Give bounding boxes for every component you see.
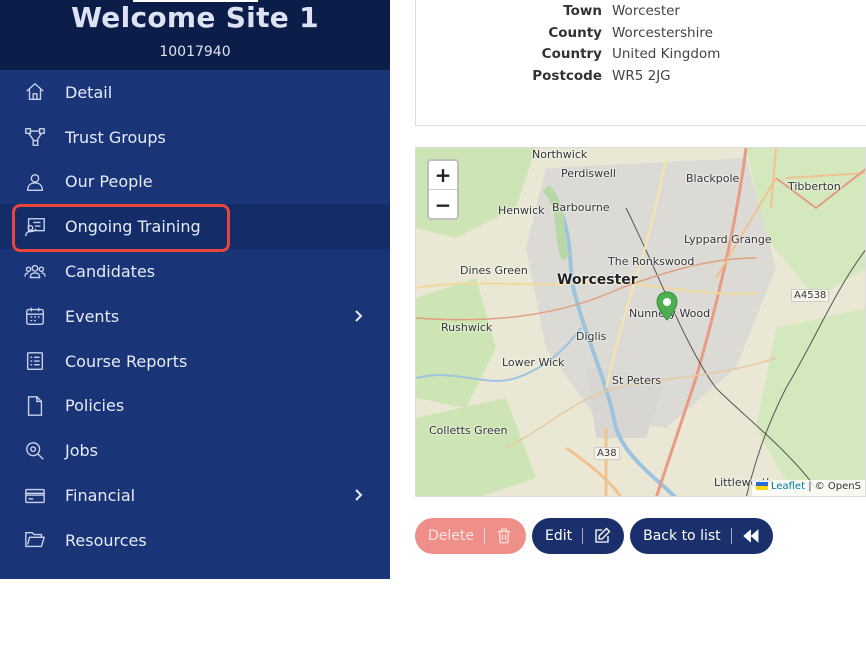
address-card: Town Worcester County Worcestershire Cou…	[415, 0, 866, 126]
delete-button[interactable]: Delete	[415, 518, 526, 554]
attribution-text: | © OpenS	[808, 481, 861, 492]
sidebar-item-label: Financial	[65, 486, 136, 506]
map-label: Lyppard Grange	[684, 233, 772, 246]
site-title: Welcome Site 1	[71, 1, 319, 34]
map-label: Dines Green	[460, 264, 528, 277]
road-label: A38	[594, 447, 620, 460]
map-label: Tibberton	[788, 180, 841, 193]
sidebar-item-label: Jobs	[65, 441, 98, 461]
site-id: 10017940	[159, 44, 231, 60]
magnifier-icon	[24, 440, 46, 462]
sidebar-item-jobs[interactable]: Jobs	[0, 428, 390, 473]
map-label-city: Worcester	[557, 272, 638, 288]
back-button-label: Back to list	[643, 528, 721, 544]
highlight-box	[12, 204, 230, 252]
sidebar-item-label: Resources	[65, 530, 147, 550]
sidebar-item-our-people[interactable]: Our People	[0, 160, 390, 205]
button-separator	[484, 528, 485, 544]
map-label: Henwick	[498, 204, 545, 217]
map-label: Blackpole	[686, 172, 740, 185]
map-label: Lower Wick	[502, 356, 565, 369]
address-value: Worcester	[612, 3, 680, 19]
location-pin-icon[interactable]	[656, 291, 678, 321]
road-label: A4538	[791, 289, 830, 302]
address-row: County Worcestershire	[416, 25, 866, 45]
hierarchy-icon	[24, 126, 46, 148]
home-icon	[24, 81, 46, 103]
sidebar-item-detail[interactable]: Detail	[0, 70, 390, 115]
rewind-icon	[742, 529, 759, 543]
map-label: St Peters	[612, 374, 662, 387]
action-bar: Delete Edit Back to list	[415, 518, 773, 554]
address-row: Town Worcester	[416, 3, 866, 23]
sidebar-item-label: Trust Groups	[65, 127, 166, 147]
sidebar-nav: Detail Trust Groups Our People Ongoing T…	[0, 70, 390, 563]
card-icon	[24, 485, 46, 507]
map-label: Northwick	[532, 148, 588, 161]
sidebar-item-label: Policies	[65, 396, 125, 416]
map-label: The Ronkswood	[608, 255, 695, 268]
site-header: Welcome Site 1 10017940	[0, 0, 390, 70]
address-key: Town	[563, 3, 602, 19]
map-label: Colletts Green	[429, 424, 508, 437]
folder-icon	[24, 529, 46, 551]
button-separator	[730, 528, 732, 544]
report-icon	[24, 350, 46, 372]
address-row: Country United Kingdom	[416, 46, 866, 66]
edit-button-label: Edit	[545, 528, 573, 544]
address-value: WR5 2JG	[612, 68, 671, 84]
sidebar-item-label: Our People	[65, 172, 153, 192]
leaflet-link[interactable]: Leaflet	[771, 481, 805, 492]
zoom-out-button[interactable]: −	[429, 190, 457, 219]
map-label: Rushwick	[441, 321, 493, 334]
sidebar-item-financial[interactable]: Financial	[0, 473, 390, 518]
map-label: Barbourne	[552, 201, 610, 214]
sidebar-item-candidates[interactable]: Candidates	[0, 249, 390, 294]
address-value: United Kingdom	[612, 46, 721, 62]
address-key: County	[548, 25, 602, 41]
person-icon	[24, 171, 46, 193]
zoom-control: + −	[427, 159, 459, 220]
document-icon	[24, 395, 46, 417]
sidebar-item-label: Events	[65, 306, 120, 326]
location-map[interactable]: Northwick Perdiswell Blackpole Tibberton…	[415, 147, 866, 497]
back-to-list-button[interactable]: Back to list	[630, 518, 773, 554]
edit-icon	[595, 527, 611, 543]
address-row: Postcode WR5 2JG	[416, 68, 866, 88]
sidebar-item-label: Detail	[65, 82, 113, 102]
sidebar-item-resources[interactable]: Resources	[0, 518, 390, 563]
people-group-icon	[24, 261, 46, 283]
main-content: Town Worcester County Worcestershire Cou…	[390, 0, 866, 652]
delete-button-label: Delete	[428, 528, 474, 544]
sidebar-item-trust-groups[interactable]: Trust Groups	[0, 115, 390, 160]
map-label: Perdiswell	[561, 167, 616, 180]
map-label: Diglis	[576, 330, 607, 343]
chevron-right-icon[interactable]	[350, 487, 366, 503]
zoom-in-button[interactable]: +	[429, 161, 457, 190]
sidebar-item-label: Candidates	[65, 262, 156, 282]
sidebar-item-policies[interactable]: Policies	[0, 384, 390, 429]
address-value: Worcestershire	[612, 25, 713, 41]
sidebar-item-events[interactable]: Events	[0, 294, 390, 339]
map-attribution: Leaflet | © OpenS	[751, 480, 865, 496]
sidebar: Welcome Site 1 10017940 Detail Trust Gro…	[0, 0, 390, 579]
trash-icon	[498, 528, 510, 544]
address-key: Country	[541, 46, 602, 62]
calendar-icon	[24, 305, 46, 327]
sidebar-item-course-reports[interactable]: Course Reports	[0, 339, 390, 384]
chevron-right-icon[interactable]	[350, 308, 366, 324]
ukraine-flag-icon	[755, 482, 768, 490]
edit-button[interactable]: Edit	[532, 518, 625, 554]
button-separator	[582, 528, 584, 544]
sidebar-item-label: Course Reports	[65, 351, 188, 371]
address-key: Postcode	[532, 68, 602, 84]
